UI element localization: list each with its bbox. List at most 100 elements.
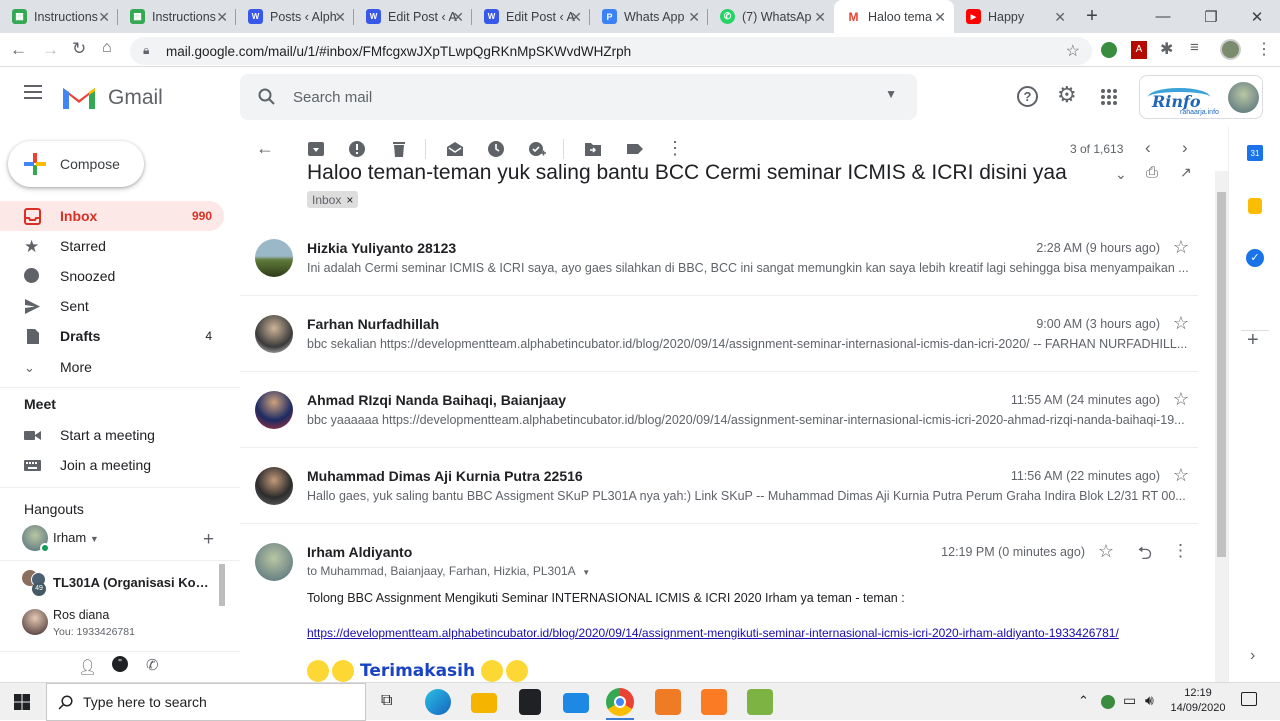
minimize-button[interactable]: — (1140, 0, 1186, 33)
delete-icon[interactable] (390, 140, 408, 158)
bookmark-star-icon[interactable]: ☆ (1066, 41, 1080, 61)
report-spam-icon[interactable] (348, 140, 366, 158)
tray-globe-icon[interactable] (1101, 695, 1115, 709)
expand-icon[interactable]: ⌄ (1115, 166, 1127, 183)
show-hidden-icons-icon[interactable]: ⌃ (1078, 693, 1089, 709)
inbox-label-chip[interactable]: Inbox × (307, 191, 359, 208)
keep-icon[interactable] (1248, 198, 1262, 214)
taskbar-clock[interactable]: 12:19 14/09/2020 (1168, 686, 1228, 716)
window-close-button[interactable]: ✕ (1234, 0, 1280, 33)
get-addons-icon[interactable]: + (1247, 329, 1259, 352)
browser-tab-active[interactable]: M Haloo tema ✕ (834, 0, 954, 33)
phone-icon[interactable]: ✆ (146, 656, 159, 674)
home-icon[interactable]: ⌂ (102, 39, 112, 57)
sidebar-item-snoozed[interactable]: Snoozed (0, 261, 224, 291)
windows-start-icon[interactable] (14, 694, 30, 710)
close-tab-icon[interactable]: ✕ (814, 9, 826, 26)
person-icon[interactable]: 👤︎ (78, 658, 97, 676)
pdf-extension-icon[interactable]: A (1131, 41, 1147, 59)
settings-gear-icon[interactable]: ⚙ (1057, 82, 1077, 108)
more-options-icon[interactable]: ⋮ (666, 138, 684, 159)
recipients-line[interactable]: to Muhammad, Baianjaay, Farhan, Hizkia, … (307, 564, 590, 578)
collapsed-message[interactable]: Farhan Nurfadhillah 9:00 AM (3 hours ago… (240, 296, 1198, 372)
back-icon[interactable]: ← (10, 40, 27, 60)
edge-icon[interactable] (425, 689, 451, 715)
start-meeting-button[interactable]: Start a meeting (0, 420, 224, 450)
chat-bubble-icon[interactable]: " (112, 656, 128, 672)
show-side-panel-icon[interactable]: › (1250, 647, 1255, 665)
star-icon[interactable]: ☆ (1173, 389, 1189, 410)
forward-icon[interactable]: → (42, 40, 59, 60)
collapsed-message[interactable]: Ahmad RIzqi Nanda Baihaqi, Baianjaay 11:… (240, 372, 1198, 448)
taskbar-search-input[interactable]: Type here to search (46, 683, 366, 721)
star-icon[interactable]: ☆ (1173, 465, 1189, 486)
compose-button[interactable]: Compose (8, 141, 144, 187)
apps-grid-icon[interactable] (1100, 88, 1118, 106)
search-icon[interactable] (258, 88, 276, 106)
label-icon[interactable] (626, 140, 644, 158)
chrome-icon[interactable] (606, 688, 634, 716)
microsoft-store-icon[interactable] (519, 689, 541, 715)
move-to-icon[interactable] (584, 140, 602, 158)
new-conversation-icon[interactable]: + (203, 529, 214, 551)
search-options-icon[interactable]: ▼ (885, 87, 897, 101)
mail-icon[interactable] (563, 693, 589, 713)
account-switcher[interactable]: Rinfo rahaarja.info (1139, 75, 1263, 119)
android-app-icon[interactable] (747, 689, 773, 715)
browser-tab[interactable]: P Whats App ✕ (590, 0, 708, 33)
close-tab-icon[interactable]: ✕ (216, 9, 228, 26)
file-explorer-icon[interactable] (471, 693, 497, 713)
browser-tab[interactable]: ▦ Instructions ✕ (118, 0, 236, 33)
hangouts-contact[interactable]: Ros diana (53, 608, 109, 622)
hangouts-user[interactable]: Irham ▼ (53, 530, 99, 545)
extension-globe-icon[interactable] (1101, 42, 1117, 58)
close-tab-icon[interactable]: ✕ (688, 9, 700, 26)
restore-button[interactable]: ❐ (1188, 0, 1234, 33)
sidebar-item-drafts[interactable]: Drafts 4 (0, 321, 224, 351)
collapsed-message[interactable]: Hizkia Yuliyanto 28123 2:28 AM (9 hours … (240, 220, 1198, 296)
archive-icon[interactable] (307, 140, 325, 158)
gmail-logo-icon[interactable] (61, 84, 97, 111)
older-chevron-icon[interactable]: › (1182, 138, 1188, 158)
remove-label-icon[interactable]: × (346, 193, 353, 207)
browser-menu-icon[interactable]: ⋮ (1256, 39, 1272, 59)
reading-list-icon[interactable]: ≡ (1190, 39, 1199, 56)
sidebar-item-sent[interactable]: Sent (0, 291, 224, 321)
add-to-tasks-icon[interactable] (528, 140, 546, 158)
new-tab-button[interactable]: + (1074, 0, 1110, 33)
message-link[interactable]: https://developmentteam.alphabetincubato… (307, 626, 1119, 640)
message-more-icon[interactable]: ⋮ (1172, 541, 1189, 561)
browser-tab[interactable]: ▶ Happy ✕ (954, 0, 1074, 33)
address-bar[interactable]: 🔒︎ mail.google.com/mail/u/1/#inbox/FMfcg… (130, 37, 1092, 65)
task-view-icon[interactable]: ⧉ (381, 692, 392, 710)
search-input[interactable]: Search mail ▼ (240, 74, 917, 120)
sidebar-item-more[interactable]: ⌄ More (0, 352, 224, 382)
page-scrollbar-thumb[interactable] (1217, 192, 1226, 557)
main-menu-icon[interactable] (24, 85, 42, 99)
show-details-icon[interactable]: ▼ (582, 568, 590, 577)
join-meeting-button[interactable]: Join a meeting (0, 450, 224, 480)
close-tab-icon[interactable]: ✕ (934, 9, 946, 26)
sidebar-item-starred[interactable]: ★ Starred (0, 231, 224, 261)
mark-unread-icon[interactable] (446, 140, 464, 158)
reload-icon[interactable]: ↻ (72, 39, 86, 59)
network-icon[interactable]: ▭ (1123, 692, 1136, 709)
xampp-icon[interactable] (701, 689, 727, 715)
sublime-text-icon[interactable] (655, 689, 681, 715)
star-icon[interactable]: ☆ (1098, 541, 1114, 562)
close-tab-icon[interactable]: ✕ (570, 9, 582, 26)
browser-tab[interactable]: ▦ Instructions ✕ (0, 0, 118, 33)
sidebar-item-inbox[interactable]: Inbox 990 (0, 201, 224, 231)
browser-tab[interactable]: W Edit Post ‹ A ✕ (354, 0, 472, 33)
snooze-clock-icon[interactable] (487, 140, 505, 158)
star-icon[interactable]: ☆ (1173, 313, 1189, 334)
tasks-icon[interactable]: ✓ (1246, 249, 1264, 267)
help-icon[interactable]: ? (1017, 86, 1038, 107)
browser-tab[interactable]: W Edit Post ‹ A ✕ (472, 0, 590, 33)
back-to-inbox-icon[interactable]: ← (256, 138, 274, 159)
browser-tab[interactable]: ✆ (7) WhatsAp ✕ (708, 0, 834, 33)
open-new-window-icon[interactable]: ↗ (1180, 164, 1192, 181)
calendar-icon[interactable]: 31 (1247, 145, 1263, 161)
close-tab-icon[interactable]: ✕ (1054, 9, 1066, 26)
close-tab-icon[interactable]: ✕ (98, 9, 110, 26)
